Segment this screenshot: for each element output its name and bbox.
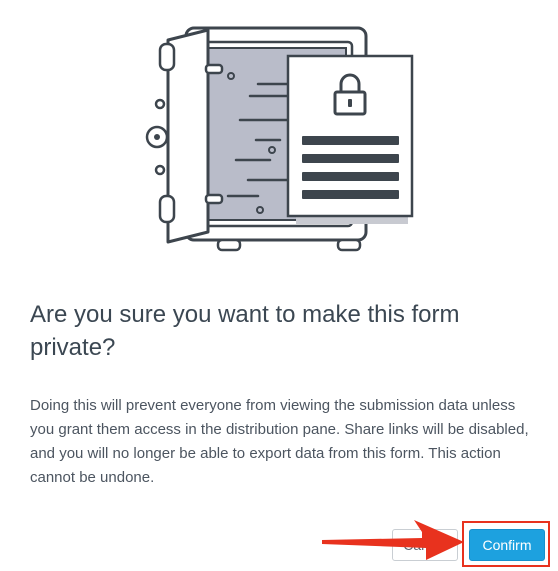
make-form-private-dialog: Are you sure you want to make this form … (0, 0, 558, 571)
dialog-title: Are you sure you want to make this form … (30, 301, 460, 361)
confirm-button[interactable]: Confirm (469, 529, 545, 561)
dialog-message: Doing this will prevent everyone from vi… (30, 397, 529, 486)
cancel-button[interactable]: Cancel (392, 529, 458, 561)
locked-document-icon (286, 54, 414, 224)
vault-illustration (145, 26, 414, 252)
